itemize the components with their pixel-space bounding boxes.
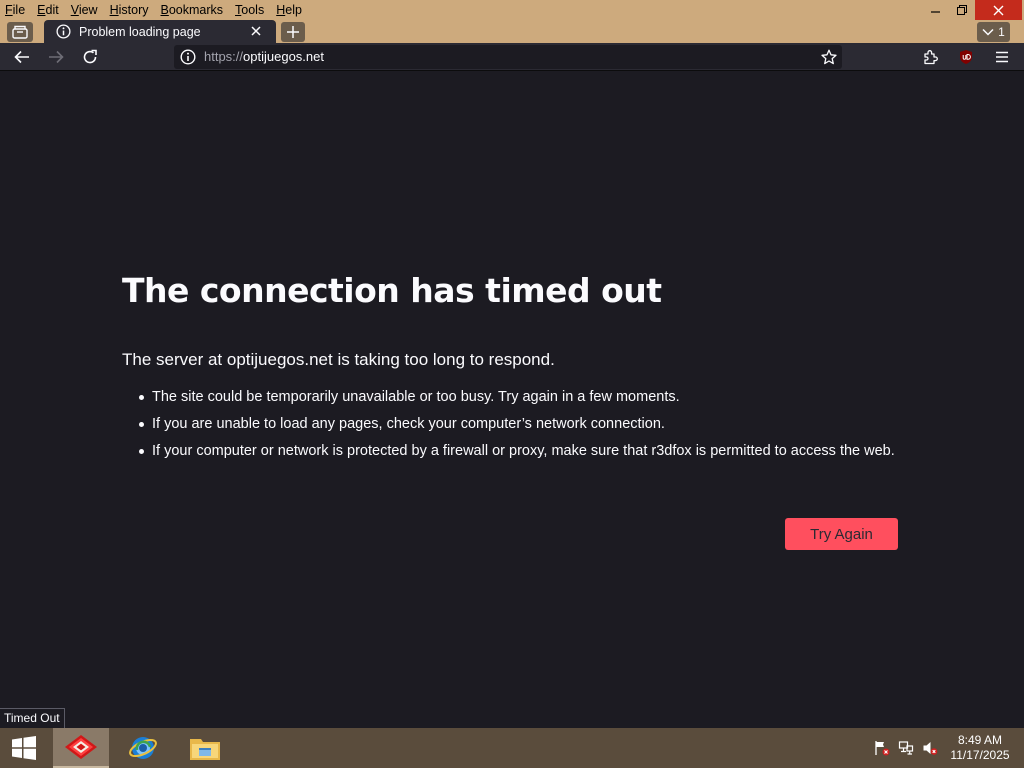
menu-view-label: View <box>70 3 98 17</box>
title-bar: File Edit View History Bookmarks Tools H… <box>0 0 1024 20</box>
bookmark-star-button[interactable] <box>818 47 840 67</box>
tab-problem-loading-page[interactable]: Problem loading page <box>44 20 276 43</box>
menu-edit-label: Edit <box>37 3 59 17</box>
menu-tools-label: Tools <box>235 3 265 17</box>
tab-manager-button[interactable] <box>7 22 33 42</box>
url-text[interactable]: https://optijuegos.net <box>204 45 324 69</box>
start-button[interactable] <box>0 728 48 768</box>
reload-button[interactable] <box>77 45 103 69</box>
url-host: optijuegos.net <box>243 49 324 64</box>
menu-access-key: V <box>70 3 79 17</box>
menu-access-key: T <box>235 3 242 17</box>
try-again-button[interactable]: Try Again <box>785 518 898 550</box>
restore-icon <box>957 5 967 15</box>
hamburger-menu-icon <box>996 51 1008 63</box>
back-button[interactable] <box>9 45 35 69</box>
error-description: The server at optijuegos.net is taking t… <box>122 350 555 369</box>
plus-icon <box>287 26 299 38</box>
menu-file-label: File <box>5 3 26 17</box>
new-tab-button[interactable] <box>281 22 305 42</box>
tab-manager-icon <box>12 25 28 39</box>
open-menu-button[interactable] <box>989 45 1015 69</box>
firefox-icon <box>65 735 97 759</box>
menu-help[interactable]: Help <box>270 0 308 20</box>
menu-access-key: E <box>37 3 46 17</box>
folder-icon <box>190 739 220 760</box>
error-suggestions-list: The site could be temporarily unavailabl… <box>139 387 912 468</box>
chevron-down-icon <box>982 28 994 36</box>
navigation-toolbar: https://optijuegos.net <box>0 43 1024 71</box>
tray-volume-button[interactable] <box>921 740 939 756</box>
taskbar-internet-explorer-button[interactable] <box>115 728 171 768</box>
tab-close-button[interactable] <box>248 23 264 39</box>
back-arrow-icon <box>14 50 29 64</box>
status-panel: Timed Out <box>0 708 65 728</box>
window-close-button[interactable] <box>975 0 1022 20</box>
menu-help-label: Help <box>276 3 302 17</box>
menu-access-key: H <box>276 3 286 17</box>
clock-date: 11/17/2025 <box>950 748 1010 762</box>
info-icon <box>56 24 71 39</box>
tab-title: Problem loading page <box>79 24 201 39</box>
url-bar[interactable]: https://optijuegos.net <box>174 45 842 69</box>
star-icon <box>821 49 837 65</box>
tray-network-button[interactable] <box>897 740 915 756</box>
ublock-origin-button[interactable] <box>953 45 979 69</box>
taskbar-firefox-button[interactable] <box>53 728 109 768</box>
clock-time: 8:49 AM <box>957 733 1003 747</box>
page-content: The connection has timed out The server … <box>0 71 1024 728</box>
tab-strip: Problem loading page 1 <box>0 20 1024 43</box>
close-icon <box>993 5 1004 15</box>
site-info-icon[interactable] <box>180 49 196 65</box>
menu-history-label: History <box>109 3 149 17</box>
minimize-icon <box>931 11 940 13</box>
taskbar-clock[interactable]: 8:49 AM 11/17/2025 <box>944 733 1016 763</box>
menu-access-key: H <box>109 3 119 17</box>
list-item: The site could be temporarily unavailabl… <box>139 387 912 407</box>
list-item: If you are unable to load any pages, che… <box>139 414 912 434</box>
close-icon <box>251 26 261 36</box>
volume-muted-icon <box>923 742 938 755</box>
ie-icon <box>129 737 157 759</box>
menu-tools[interactable]: Tools <box>229 0 270 20</box>
tab-list-button[interactable]: 1 <box>977 22 1010 42</box>
windows-start-icon <box>12 736 36 760</box>
taskbar: 8:49 AM 11/17/2025 <box>0 728 1024 768</box>
menu-bar: File Edit View History Bookmarks Tools H… <box>0 0 308 20</box>
menu-view[interactable]: View <box>65 0 104 20</box>
ublock-icon <box>960 50 972 64</box>
error-title: The connection has timed out <box>122 271 662 310</box>
forward-button[interactable] <box>43 45 69 69</box>
taskbar-file-explorer-button[interactable] <box>177 728 233 768</box>
tab-count: 1 <box>998 25 1005 39</box>
menu-bookmarks-label: Bookmarks <box>160 3 224 17</box>
url-scheme: https:// <box>204 49 244 64</box>
extensions-icon <box>924 50 938 65</box>
flag-icon <box>875 741 890 756</box>
menu-file[interactable]: File <box>0 0 31 20</box>
extensions-button[interactable] <box>918 45 944 69</box>
menu-bookmarks[interactable]: Bookmarks <box>155 0 230 20</box>
network-icon <box>898 741 914 755</box>
list-item: If your computer or network is protected… <box>139 441 912 461</box>
forward-arrow-icon <box>49 50 64 64</box>
menu-access-key: B <box>160 3 169 17</box>
tray-action-center-button[interactable] <box>873 740 891 756</box>
menu-edit[interactable]: Edit <box>31 0 65 20</box>
menu-history[interactable]: History <box>104 0 155 20</box>
menu-access-key: F <box>5 3 13 17</box>
reload-icon <box>83 49 97 64</box>
